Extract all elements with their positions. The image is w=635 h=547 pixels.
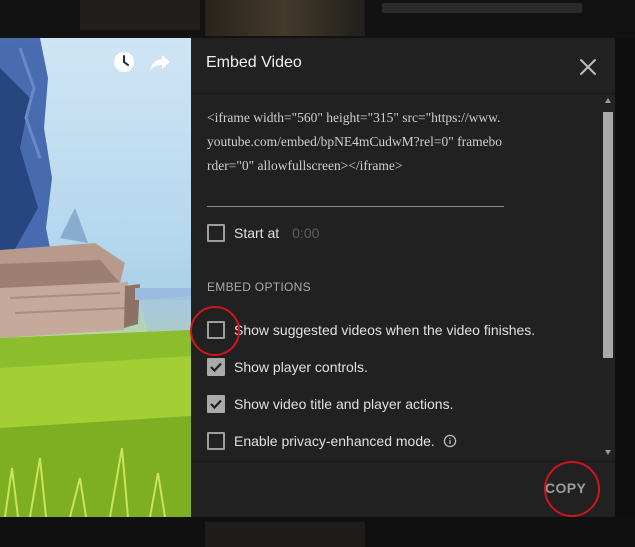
background-thumbnail: [80, 0, 200, 30]
start-at-time-input[interactable]: 0:00: [292, 225, 319, 241]
dialog-title: Embed Video: [206, 54, 302, 71]
privacy-mode-label[interactable]: Enable privacy-enhanced mode.: [234, 433, 435, 449]
embed-video-dialog: Embed Video <iframe width="560" height="…: [191, 38, 615, 517]
option-title-actions: Show video title and player actions.: [207, 394, 453, 414]
clock-icon[interactable]: [112, 50, 136, 74]
suggested-videos-checkbox[interactable]: [207, 321, 225, 339]
player-controls-checkbox[interactable]: [207, 358, 225, 376]
dialog-scrollbar[interactable]: [601, 96, 615, 460]
option-privacy-mode: Enable privacy-enhanced mode.: [207, 431, 457, 451]
embed-code-textarea[interactable]: <iframe width="560" height="315" src="ht…: [207, 106, 503, 178]
option-player-controls: Show player controls.: [207, 357, 368, 377]
background-video-title: [382, 3, 582, 13]
scroll-up-arrow-icon[interactable]: [605, 98, 611, 103]
start-at-label[interactable]: Start at: [234, 225, 279, 241]
share-arrow-icon[interactable]: [148, 50, 172, 74]
video-preview[interactable]: [0, 38, 191, 517]
player-controls-label[interactable]: Show player controls.: [234, 359, 368, 375]
background-thumbnail: [205, 0, 365, 36]
embed-code-underline: [207, 206, 504, 207]
scrollbar-thumb[interactable]: [603, 112, 613, 358]
video-frame-image: [0, 38, 191, 517]
close-icon: [580, 59, 596, 75]
background-thumbnail: [205, 522, 365, 547]
privacy-mode-checkbox[interactable]: [207, 432, 225, 450]
start-at-row: Start at 0:00: [207, 223, 319, 243]
close-button[interactable]: [574, 53, 602, 81]
start-at-checkbox[interactable]: [207, 224, 225, 242]
embed-options-scroll-area[interactable]: <iframe width="560" height="315" src="ht…: [191, 94, 615, 460]
dialog-header: Embed Video: [191, 38, 615, 94]
option-suggested-videos: Show suggested videos when the video fin…: [207, 320, 535, 340]
dialog-footer: COPY: [191, 461, 615, 518]
checkmark-icon: [210, 362, 222, 373]
info-icon[interactable]: [443, 434, 457, 448]
title-actions-label[interactable]: Show video title and player actions.: [234, 396, 453, 412]
copy-button[interactable]: COPY: [545, 480, 586, 496]
embed-options-heading: EMBED OPTIONS: [207, 280, 311, 294]
scroll-down-arrow-icon[interactable]: [605, 450, 611, 455]
suggested-videos-label[interactable]: Show suggested videos when the video fin…: [234, 322, 535, 338]
checkmark-icon: [210, 399, 222, 410]
title-actions-checkbox[interactable]: [207, 395, 225, 413]
